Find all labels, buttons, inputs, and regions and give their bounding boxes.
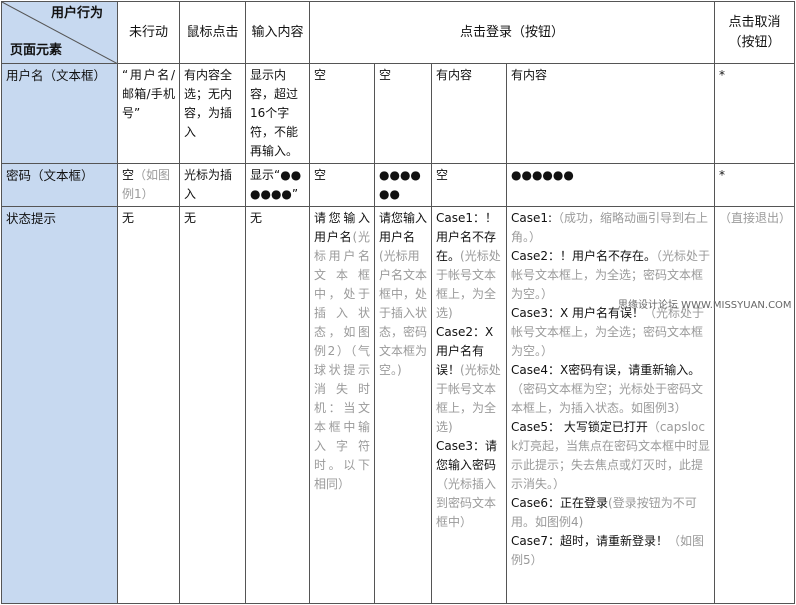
status-case-b-message: 请您输入用户名 [379, 211, 428, 244]
case-item: Case1:（成功，缩略动画引导到右上角。） [511, 209, 710, 247]
case-message: Case6：正在登录 [511, 496, 609, 510]
status-case-b-note: (光标用户名文本框中，处于插入状态，密码文本框为空。) [379, 249, 428, 377]
username-idle: “用户名/邮箱/手机号” [117, 63, 180, 164]
username-login-case-d: 有内容 [505, 63, 716, 164]
password-login-case-a: 空 [309, 163, 375, 207]
password-idle: 空（如图例1） [117, 163, 180, 207]
status-login-case-d: Case1:（成功，缩略动画引导到右上角。） Case2：！用户名不存在。（光标… [505, 206, 716, 604]
case-message: Case7：超时，请重新登录！ [511, 534, 669, 548]
password-click: 光标为插入 [179, 163, 246, 207]
password-login-case-b: ●●●●●● [374, 163, 432, 207]
password-idle-value: 空 [122, 168, 135, 182]
row-label-status: 状态提示 [1, 206, 118, 604]
case-message: Case3：请您输入密码 [436, 439, 498, 472]
case-item: Case2：X用户名有误！(光标处于帐号文本框上，为全选) [436, 323, 502, 437]
status-input: 无 [245, 206, 310, 604]
status-login-case-b: 请您输入用户名 (光标用户名文本框中，处于插入状态，密码文本框为空。) [374, 206, 432, 604]
row-label-password: 密码（文本框） [1, 163, 118, 207]
header-click-login: 点击登录（按钮） [308, 1, 716, 64]
header-input-content: 输入内容 [245, 1, 310, 64]
case-note: （密码文本框为空；光标处于密码文本框上，为插入状态。如图例3） [511, 382, 704, 415]
corner-header: 用户行为 页面元素 [1, 1, 118, 64]
corner-top-label: 用户行为 [50, 6, 103, 21]
case-message: Case1: [511, 211, 553, 225]
password-login-case-d: ●●●●●● [505, 163, 716, 207]
password-cancel: * [714, 163, 796, 207]
case-item: Case6：正在登录(登录按钮为不可用。如图例4) [511, 494, 710, 532]
username-input: 显示内容，超过16个字符，不能再输入。 [245, 63, 310, 164]
status-login-case-a: 请您输入用户名(光标用户名文本框中，处于插入状态，如图例2）（气球状提示消失时机… [309, 206, 375, 604]
username-click: 有内容全选；无内容，为插入 [179, 63, 246, 164]
username-cancel: * [714, 63, 796, 164]
case-message: Case4：X密码有误，请重新输入。 [511, 363, 701, 377]
case-item: Case3：X 用户名有误！（光标处于帐号文本框上，为全选；密码文本框为空。） [511, 304, 710, 361]
corner-bottom-label: 页面元素 [10, 43, 63, 58]
status-click: 无 [179, 206, 246, 604]
row-label-username: 用户名（文本框） [1, 63, 118, 164]
case-item: Case3：请您输入密码 （光标插入到密码文本框中） [436, 437, 502, 532]
username-login-case-a: 空 [309, 63, 375, 164]
status-case-a-note: (光标用户名文本框中，处于插入状态，如图例2）（气球状提示消失时机：当文本框中输… [314, 230, 370, 491]
status-idle: 无 [117, 206, 180, 604]
case-note: （光标插入到密码文本框中） [436, 477, 497, 529]
watermark: 思缘设计论坛 WWW.MISSYUAN.COM [618, 300, 792, 311]
case-item: Case5： 大写锁定已打开（capslock灯亮起，当焦点在密码文本框中时显示… [511, 418, 710, 494]
case-message: Case5： 大写锁定已打开 [511, 420, 648, 434]
password-input: 显示“●●●●●●” [245, 163, 310, 207]
username-login-case-c: 有内容 [431, 63, 507, 164]
status-cancel: （直接退出） [714, 206, 796, 604]
header-click-cancel: 点击取消（按钮） [714, 1, 796, 64]
case-item: Case7：超时，请重新登录！（如图例5） [511, 532, 710, 570]
header-mouse-click: 鼠标点击 [179, 1, 246, 64]
case-item: Case4：X密码有误，请重新输入。 （密码文本框为空；光标处于密码文本框上，为插… [511, 361, 710, 418]
status-login-case-c: Case1：！用户名不存在。(光标处于帐号文本框上，为全选) Case2：X用户… [431, 206, 507, 604]
password-login-case-c: 空 [431, 163, 507, 207]
case-item: Case1：！用户名不存在。(光标处于帐号文本框上，为全选) [436, 209, 502, 323]
username-login-case-b: 空 [374, 63, 432, 164]
header-idle: 未行动 [117, 1, 180, 64]
case-message: Case2：！用户名不存在。 [511, 249, 657, 263]
